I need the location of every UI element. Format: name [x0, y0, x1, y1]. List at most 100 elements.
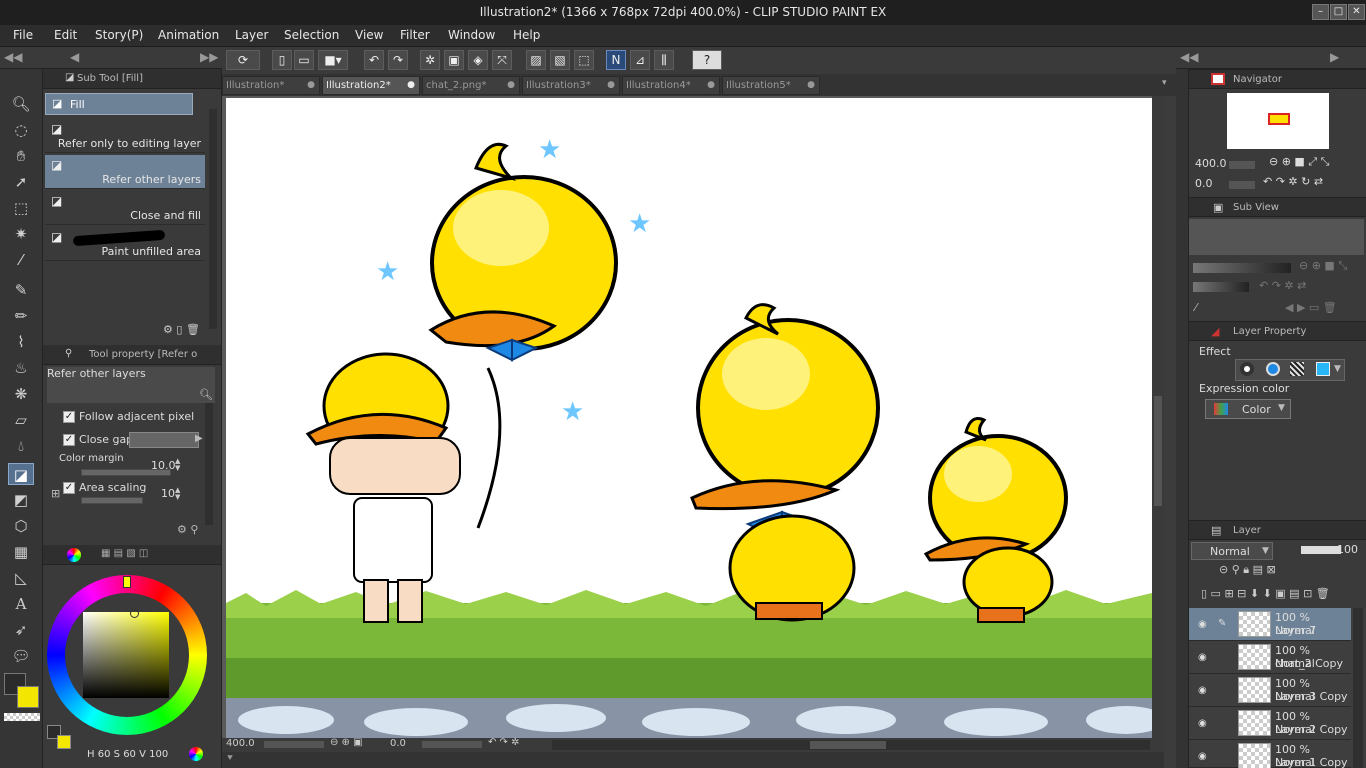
snap-special-ruler-icon[interactable]: ⊿ — [630, 50, 650, 70]
color-set-icon[interactable]: ▦ ▤ ▧ ◫ — [101, 548, 148, 559]
undo-icon[interactable]: ↶ — [364, 50, 384, 70]
menu-selection[interactable]: Selection — [284, 28, 339, 42]
tab-close-icon[interactable]: ● — [507, 77, 515, 94]
lasso-tool-icon[interactable]: ◌ — [8, 119, 34, 141]
color-picker-cursor[interactable] — [130, 609, 139, 618]
eye-icon[interactable]: ◉ — [1198, 718, 1207, 729]
menu-layer[interactable]: Layer — [235, 28, 268, 42]
collapse-right-icon[interactable]: ◀◀ — [1180, 50, 1198, 64]
sub-tool-group-fill[interactable]: ◪ Fill — [45, 93, 193, 115]
open-folder-icon[interactable]: ▭ — [294, 50, 314, 70]
gradient-tool-icon[interactable]: ◩ — [8, 489, 34, 511]
tab-illustration2[interactable]: Illustration2* ● — [322, 76, 420, 95]
clip-studio-icon[interactable]: ⟳ — [226, 50, 260, 70]
tab-illustration3[interactable]: Illustration3* ● — [522, 76, 620, 95]
expand-right-icon[interactable]: ▶▶ — [200, 50, 218, 64]
maximize-button[interactable]: □ — [1330, 4, 1347, 20]
subview-icon[interactable]: ▣ — [1213, 201, 1223, 214]
close-gap-checkbox[interactable]: ✓ — [63, 434, 75, 446]
sub-color-mini-swatch[interactable] — [57, 735, 71, 749]
scroll-left-icon[interactable]: ◀ — [70, 50, 79, 64]
close-button[interactable]: ✕ — [1348, 4, 1365, 20]
selection-tool-icon[interactable]: ⬚ — [8, 197, 34, 219]
menu-filter[interactable]: Filter — [400, 28, 430, 42]
hand-tool-icon[interactable]: ✋︎ — [8, 145, 34, 167]
settings-icon[interactable]: ⚙ ⚲ — [177, 523, 198, 536]
rotate-buttons[interactable]: ↶ ↷ ✲ — [488, 737, 520, 748]
airbrush-tool-icon[interactable]: ♨ — [8, 357, 34, 379]
ruler-tool-icon[interactable]: ◺ — [8, 567, 34, 589]
color-wheel-icon[interactable] — [67, 548, 81, 562]
area-scaling-stepper[interactable]: ▲ ▼ — [175, 487, 183, 501]
eye-icon[interactable]: ◉ — [1198, 685, 1207, 696]
frame-tool-icon[interactable]: ▦ — [8, 541, 34, 563]
vertical-scroll-thumb[interactable] — [1154, 396, 1162, 506]
border-effect-icon[interactable] — [1240, 362, 1254, 376]
menu-edit[interactable]: Edit — [54, 28, 77, 42]
eye-icon[interactable]: ◉ — [1198, 751, 1207, 762]
tab-illustration5[interactable]: Illustration5* ● — [722, 76, 820, 95]
redo-icon[interactable]: ↷ — [388, 50, 408, 70]
balloon-tool-icon[interactable]: 💬︎ — [8, 645, 34, 667]
eraser-tool-icon[interactable]: ▱ — [8, 409, 34, 431]
deselect-icon[interactable]: ▨ — [526, 50, 546, 70]
menu-help[interactable]: Help — [513, 28, 540, 42]
subview-nav-buttons[interactable]: ◀ ▶ ▭ 🗑︎ — [1285, 301, 1337, 314]
pen-tool-icon[interactable]: ✎ — [8, 279, 34, 301]
settings-icon[interactable]: ⚙ — [163, 323, 173, 336]
expand-bottom-icon[interactable]: ⯆ — [226, 753, 234, 764]
subtool-close-and-fill[interactable]: ◪ Close and fill — [45, 191, 205, 225]
pencil-tool-icon[interactable]: ✏︎ — [8, 305, 34, 327]
help-icon[interactable]: ? — [692, 50, 722, 70]
tab-close-icon[interactable]: ● — [707, 77, 715, 94]
layer-property-icon[interactable]: ◢ — [1211, 325, 1219, 338]
menu-view[interactable]: View — [355, 28, 383, 42]
transparent-color-swatch[interactable] — [4, 713, 40, 721]
subview-slider[interactable] — [1193, 263, 1291, 273]
selection-border-icon[interactable]: ⬚ — [574, 50, 594, 70]
text-tool-icon[interactable]: A — [8, 593, 34, 615]
layer-action-buttons[interactable]: ▯ ▭ ⊞ ⊟ ⬇ ⬇ ▣ ▤ ⊡ 🗑︎ — [1201, 587, 1330, 600]
chevron-down-icon[interactable]: ▼ — [1334, 364, 1341, 374]
clear-icon[interactable]: ✲ — [420, 50, 440, 70]
close-gap-level-selector[interactable] — [129, 432, 199, 448]
eye-icon[interactable]: ◉ — [1198, 652, 1207, 663]
layer-list-scrollbar[interactable] — [1353, 608, 1363, 768]
figure-tool-icon[interactable]: ⬡ — [8, 515, 34, 537]
eyedropper-icon[interactable]: ⁄ — [1195, 301, 1197, 314]
tab-list-icon[interactable]: ▾ — [1162, 78, 1167, 88]
collapse-left-icon[interactable]: ◀◀ — [4, 50, 22, 64]
horizontal-scroll-thumb[interactable] — [810, 741, 886, 749]
tab-close-icon[interactable]: ● — [807, 77, 815, 94]
area-scaling-checkbox[interactable]: ✓ — [63, 482, 75, 494]
expand-icon[interactable]: ⊞ — [51, 487, 60, 500]
decoration-tool-icon[interactable]: ❋ — [8, 383, 34, 405]
tone-effect-icon[interactable] — [1290, 362, 1304, 376]
rotate-slider[interactable] — [422, 741, 482, 748]
expression-color-select[interactable]: Color ▼ — [1205, 399, 1291, 419]
subtool-scrollbar[interactable] — [209, 109, 217, 329]
subview-zoom-buttons[interactable]: ⊖ ⊕ ■ ⤡ — [1299, 259, 1347, 273]
new-subtool-icon[interactable]: ▯ — [176, 323, 182, 336]
transform-icon[interactable]: ⤧ — [492, 50, 512, 70]
fill-tool-icon[interactable]: ◪ — [8, 463, 34, 485]
search-icon[interactable]: 🔍︎ — [199, 388, 213, 401]
layer-row-layer-7[interactable]: ◉ ✎ 100 % Normal Layer 7 — [1189, 608, 1351, 641]
layer-row-chat-2-copy[interactable]: ◉ 100 % Normal chat_2 Copy — [1189, 641, 1351, 674]
snap-ruler-icon[interactable]: N — [606, 50, 626, 70]
subtool-paint-unfilled-area[interactable]: ◪ Paint unfilled area — [45, 227, 205, 261]
color-margin-stepper[interactable]: ▲ ▼ — [175, 458, 183, 472]
tab-chat-2[interactable]: chat_2.png* ● — [422, 76, 520, 95]
menu-file[interactable]: File — [13, 28, 33, 42]
snap-grid-icon[interactable]: ⫼ — [654, 50, 674, 70]
zoom-tool-icon[interactable]: 🔍︎ — [8, 93, 34, 115]
hue-handle[interactable] — [123, 576, 131, 588]
menu-window[interactable]: Window — [448, 28, 495, 42]
subtool-refer-other-layers[interactable]: ◪ Refer other layers — [45, 155, 205, 189]
tab-illustration4[interactable]: Illustration4* ● — [622, 76, 720, 95]
navigator-icon[interactable] — [1211, 73, 1225, 85]
follow-adjacent-checkbox[interactable]: ✓ — [63, 411, 75, 423]
minimize-button[interactable]: – — [1312, 4, 1329, 20]
sub-color-swatch[interactable] — [17, 686, 39, 708]
opacity-slider[interactable] — [1301, 546, 1341, 554]
